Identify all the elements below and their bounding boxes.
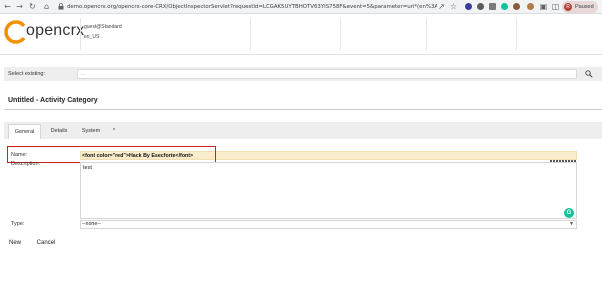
tab-general[interactable]: General [8, 124, 41, 139]
extension-icon[interactable] [489, 3, 496, 10]
divider [250, 18, 251, 50]
reload-icon[interactable]: ↻ [28, 2, 37, 11]
chevron-down-icon: ▼ [569, 221, 574, 227]
share-icon[interactable]: ↗ [437, 2, 446, 11]
back-icon[interactable]: ← [3, 2, 12, 11]
extension-icon[interactable] [513, 3, 520, 10]
tab-more[interactable]: * [108, 124, 120, 139]
divider [516, 18, 517, 50]
logo-text[interactable]: opencrx [26, 21, 84, 41]
address-bar[interactable]: demo.opencrx.org/opencrx-core-CRX/Object… [67, 2, 437, 12]
profile-status: Paused [575, 4, 594, 10]
extensions-puzzle-icon[interactable]: ▣ [539, 2, 548, 11]
lock-icon[interactable] [58, 3, 64, 10]
action-bar: New Cancel [4, 236, 602, 253]
extension-icon[interactable] [465, 3, 472, 10]
type-label: Type: [11, 221, 25, 227]
sidebar-icon[interactable]: ◫ [551, 2, 560, 11]
bookmark-star-icon[interactable]: ☆ [449, 2, 458, 11]
browser-toolbar: ← → ↻ ⌂ demo.opencrx.org/opencrx-core-CR… [0, 0, 602, 14]
select-existing-bar: Select existing: ... [4, 67, 602, 81]
search-icon[interactable] [585, 70, 593, 78]
new-button[interactable]: New [4, 236, 26, 251]
select-existing-label: Select existing: [8, 71, 45, 77]
app-header: opencrx guest@Standard en_US [0, 14, 602, 55]
description-label: Description: [11, 161, 41, 167]
tab-details[interactable]: Details [44, 124, 74, 139]
forward-icon[interactable]: → [15, 2, 24, 11]
divider [80, 18, 81, 50]
type-select[interactable]: --none-- ▼ [80, 220, 577, 229]
cancel-button[interactable]: Cancel [31, 236, 61, 251]
home-icon[interactable]: ⌂ [42, 2, 51, 11]
grammarly-icon[interactable]: G [564, 208, 574, 218]
tab-strip: General Details System * [4, 122, 602, 139]
user-locale[interactable]: en_US [84, 34, 99, 40]
type-select-value: --none-- [82, 221, 101, 227]
profile-button[interactable]: R Paused [562, 1, 598, 13]
select-existing-input[interactable]: ... [77, 69, 577, 79]
divider [340, 18, 341, 50]
user-name[interactable]: guest@Standard [84, 24, 122, 30]
divider [426, 18, 427, 50]
divider [4, 109, 602, 110]
description-field[interactable]: test [80, 162, 577, 219]
grammarly-extension-icon[interactable] [501, 3, 508, 10]
avatar: R [564, 3, 572, 11]
page-title: Untitled - Activity Category [8, 97, 98, 104]
opencrx-logo-icon[interactable] [4, 20, 28, 44]
tab-system[interactable]: System [76, 124, 106, 139]
extension-icon[interactable] [527, 3, 534, 10]
extension-icon[interactable] [477, 3, 484, 10]
